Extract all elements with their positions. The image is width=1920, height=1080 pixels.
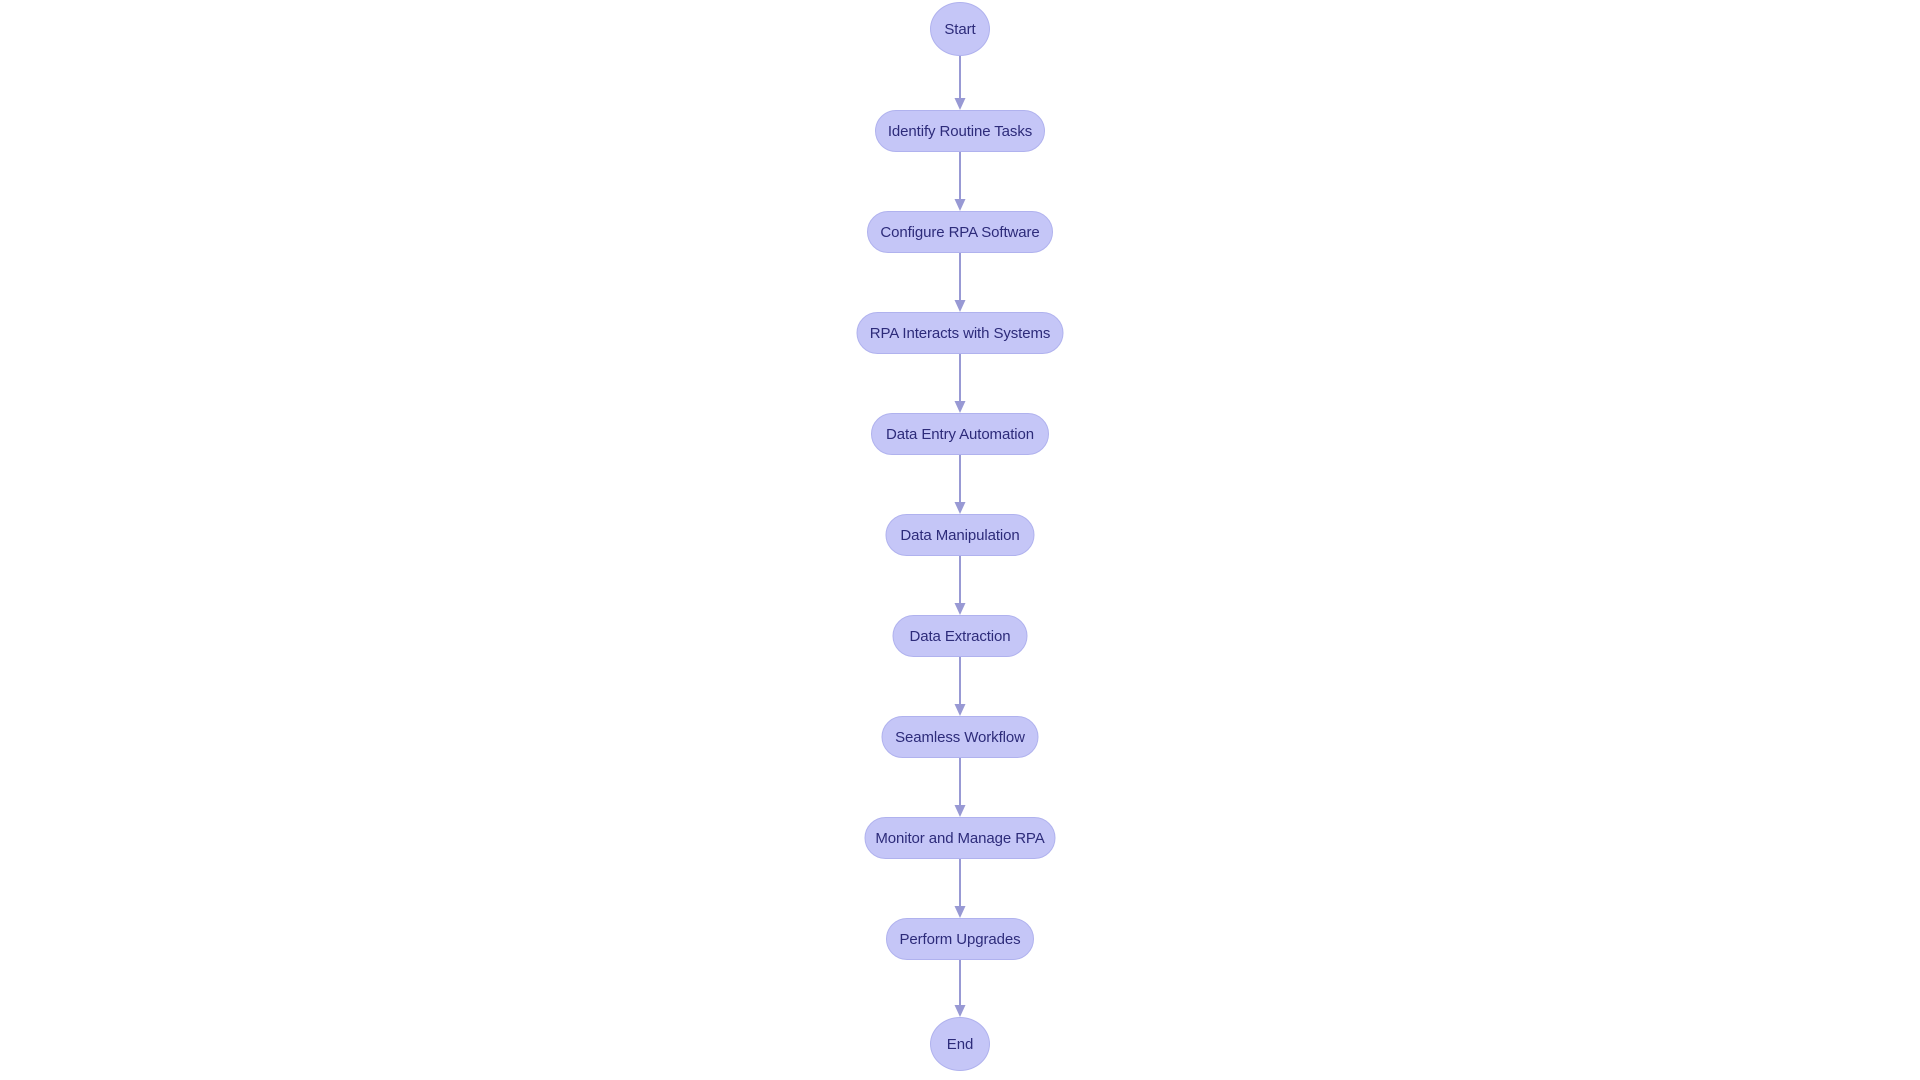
flow-node-label: RPA Interacts with Systems [869,324,1051,342]
flow-node-configure-rpa-software[interactable]: Configure RPA Software [867,211,1053,253]
flow-node-label: End [946,1035,974,1053]
flow-node-monitor-and-manage-rpa[interactable]: Monitor and Manage RPA [864,817,1056,859]
flow-node-label: Configure RPA Software [880,223,1040,241]
flow-node-label: Start [944,20,976,38]
flow-node-label: Data Manipulation [900,526,1020,544]
node-layer: Start Identify Routine Tasks Configure RPA… [0,0,1920,1080]
flow-node-perform-upgrades[interactable]: Perform Upgrades [886,918,1034,960]
flow-node-data-entry-automation[interactable]: Data Entry Automation [871,413,1049,455]
flowchart-canvas: Start Identify Routine Tasks Configure RPA… [0,0,1920,1080]
flow-node-label: Data Extraction [909,627,1011,645]
flow-node-label: Data Entry Automation [886,425,1034,443]
flow-node-start[interactable]: Start [930,2,990,56]
flow-node-end[interactable]: End [930,1017,990,1071]
flow-node-data-manipulation[interactable]: Data Manipulation [885,514,1035,556]
flow-node-data-extraction[interactable]: Data Extraction [892,615,1028,657]
flow-node-label: Perform Upgrades [899,930,1021,948]
flow-node-rpa-interacts-with-systems[interactable]: RPA Interacts with Systems [856,312,1064,354]
flow-node-identify-routine-tasks[interactable]: Identify Routine Tasks [875,110,1045,152]
flow-node-label: Identify Routine Tasks [887,122,1033,140]
flow-node-label: Monitor and Manage RPA [875,829,1045,847]
flow-node-seamless-workflow[interactable]: Seamless Workflow [881,716,1039,758]
flow-node-label: Seamless Workflow [895,728,1025,746]
